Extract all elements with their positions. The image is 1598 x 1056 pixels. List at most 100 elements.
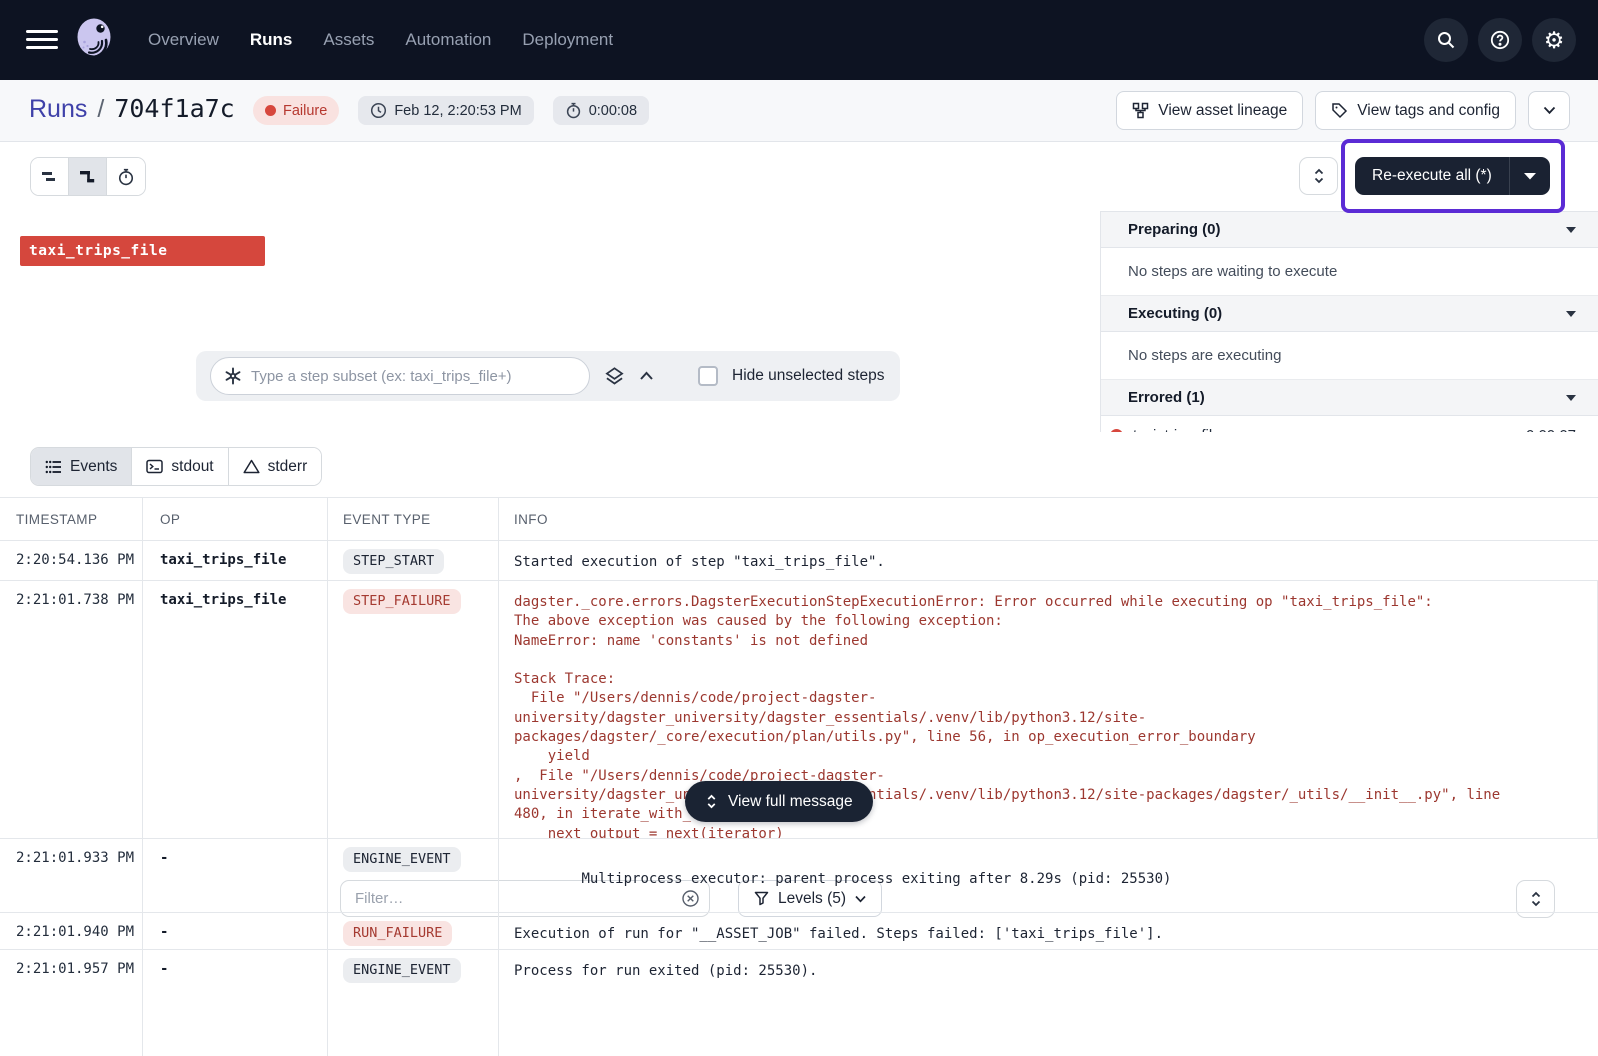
section-preparing[interactable]: Preparing (0) bbox=[1101, 212, 1598, 248]
terminal-icon bbox=[146, 459, 164, 474]
warning-triangle-icon bbox=[243, 459, 260, 474]
col-event-type: EVENT TYPE bbox=[328, 498, 499, 540]
step-subset-input[interactable] bbox=[210, 357, 590, 395]
errored-dot-icon bbox=[1110, 428, 1123, 432]
view-tags-config-button[interactable]: View tags and config bbox=[1315, 91, 1516, 130]
event-op: - bbox=[143, 913, 328, 949]
table-row[interactable]: 2:20:54.136 PM taxi_trips_file STEP_STAR… bbox=[0, 541, 1598, 581]
stopwatch-icon bbox=[566, 102, 580, 119]
gantt-expand-button[interactable] bbox=[1299, 157, 1338, 195]
section-executing[interactable]: Executing (0) bbox=[1101, 296, 1598, 332]
col-info: INFO bbox=[514, 511, 548, 527]
nav-item-overview[interactable]: Overview bbox=[148, 30, 219, 50]
event-op: - bbox=[143, 839, 328, 912]
event-type-badge: ENGINE_EVENT bbox=[343, 958, 461, 983]
tab-events[interactable]: Events bbox=[31, 448, 133, 485]
breadcrumb-runs-link[interactable]: Runs bbox=[29, 95, 87, 124]
tab-stdout[interactable]: stdout bbox=[132, 448, 229, 485]
reexecute-dropdown-button[interactable] bbox=[1510, 157, 1550, 195]
stopwatch-view-icon bbox=[118, 168, 134, 185]
event-timestamp: 2:21:01.933 PM bbox=[0, 839, 143, 912]
more-actions-button[interactable] bbox=[1528, 91, 1570, 130]
collapse-caret-icon bbox=[1566, 394, 1576, 401]
chevron-down-icon bbox=[1523, 173, 1536, 180]
top-nav: Overview Runs Assets Automation Deployme… bbox=[0, 0, 1598, 80]
event-timestamp: 2:21:01.738 PM bbox=[0, 581, 143, 838]
gear-icon: ⚙ bbox=[1543, 26, 1565, 53]
event-type-badge: RUN_FAILURE bbox=[343, 921, 453, 946]
section-errored[interactable]: Errored (1) bbox=[1101, 380, 1598, 416]
event-op: taxi_trips_file bbox=[143, 581, 328, 838]
log-toolbar: Events stdout stderr Levels (5) bbox=[0, 433, 1598, 918]
duration-badge: 0:00:08 bbox=[552, 96, 650, 125]
nav-item-runs[interactable]: Runs bbox=[250, 30, 293, 50]
hide-unselected-label: Hide unselected steps bbox=[732, 367, 885, 384]
failure-dot-icon bbox=[265, 105, 276, 116]
event-timestamp: 2:21:01.940 PM bbox=[0, 913, 143, 949]
waterfall-view-icon bbox=[80, 170, 95, 182]
primary-nav: Overview Runs Assets Automation Deployme… bbox=[148, 0, 613, 80]
col-timestamp: TIMESTAMP bbox=[0, 498, 143, 540]
breadcrumb: Runs / 704f1a7c bbox=[29, 94, 235, 124]
event-op: - bbox=[143, 950, 328, 1056]
layers-icon[interactable] bbox=[604, 366, 625, 387]
menu-icon[interactable] bbox=[26, 30, 58, 50]
hide-unselected-checkbox[interactable] bbox=[698, 366, 718, 386]
search-button[interactable] bbox=[1424, 18, 1468, 62]
viewmode-waterfall-button[interactable] bbox=[69, 158, 107, 195]
view-asset-lineage-button[interactable]: View asset lineage bbox=[1116, 91, 1304, 130]
dagster-logo-icon[interactable] bbox=[72, 16, 119, 63]
help-icon bbox=[1490, 30, 1510, 50]
table-header: TIMESTAMP OP EVENT TYPE INFO bbox=[0, 498, 1598, 541]
log-tabs: Events stdout stderr bbox=[30, 447, 323, 486]
event-info: Execution of run for "__ASSET_JOB" faile… bbox=[514, 926, 1164, 942]
clock-icon bbox=[371, 102, 387, 119]
caret-up-icon[interactable] bbox=[639, 371, 654, 381]
table-row[interactable]: 2:21:01.933 PM - ENGINE_EVENT Multiproce… bbox=[0, 839, 1598, 913]
op-selector-icon bbox=[225, 367, 241, 385]
gantt-chart: taxi_trips_file Hide unselected steps bbox=[0, 211, 1100, 432]
executing-empty-text: No steps are executing bbox=[1101, 332, 1598, 380]
table-row[interactable]: 2:21:01.738 PM taxi_trips_file STEP_FAIL… bbox=[0, 581, 1598, 839]
event-info: Multiprocess executor: parent process ex… bbox=[499, 839, 1598, 912]
run-id: 704f1a7c bbox=[114, 94, 235, 123]
preparing-empty-text: No steps are waiting to execute bbox=[1101, 248, 1598, 296]
table-row[interactable]: 2:21:01.940 PM - RUN_FAILURE Execution o… bbox=[0, 913, 1598, 950]
settings-button[interactable]: ⚙ bbox=[1532, 18, 1576, 62]
events-table: TIMESTAMP OP EVENT TYPE INFO 2:20:54.136… bbox=[0, 497, 1598, 1056]
lineage-icon bbox=[1133, 102, 1149, 119]
tab-stderr[interactable]: stderr bbox=[228, 448, 322, 485]
viewmode-timing-button[interactable] bbox=[107, 158, 145, 195]
event-timestamp: 2:21:01.957 PM bbox=[0, 950, 143, 1056]
errored-step-row[interactable]: taxi_trips_file 0:00:07 bbox=[1101, 416, 1598, 432]
gantt-step-taxi-trips-file[interactable]: taxi_trips_file bbox=[20, 236, 265, 266]
search-icon bbox=[1438, 32, 1455, 49]
step-status-panel: Preparing (0) No steps are waiting to ex… bbox=[1100, 211, 1598, 432]
nav-item-deployment[interactable]: Deployment bbox=[522, 30, 613, 50]
breadcrumb-separator: / bbox=[97, 95, 105, 123]
nav-item-automation[interactable]: Automation bbox=[405, 30, 491, 50]
viewmode-flat-button[interactable] bbox=[31, 158, 69, 195]
collapse-caret-icon bbox=[1566, 226, 1576, 233]
event-op: taxi_trips_file bbox=[143, 541, 328, 580]
help-button[interactable] bbox=[1478, 18, 1522, 62]
event-info: Process for run exited (pid: 25530). bbox=[514, 963, 818, 979]
expand-vertical-icon bbox=[707, 794, 716, 809]
view-full-message-button[interactable]: View full message bbox=[685, 781, 873, 822]
reexecute-all-button[interactable]: Re-execute all (*) bbox=[1355, 157, 1550, 195]
flat-view-icon bbox=[42, 172, 55, 181]
col-op: OP bbox=[143, 498, 328, 540]
event-info: Started execution of step "taxi_trips_fi… bbox=[514, 554, 885, 570]
step-subset-toolbar: Hide unselected steps bbox=[196, 351, 900, 401]
event-error-info: dagster._core.errors.DagsterExecutionSte… bbox=[499, 581, 1598, 838]
event-type-badge: STEP_START bbox=[343, 549, 445, 574]
collapse-caret-icon bbox=[1566, 310, 1576, 317]
event-type-badge: STEP_FAILURE bbox=[343, 589, 461, 614]
table-row[interactable]: 2:21:01.957 PM - ENGINE_EVENT Process fo… bbox=[0, 950, 1598, 1056]
nav-item-assets[interactable]: Assets bbox=[323, 30, 374, 50]
chevron-down-icon bbox=[1543, 106, 1555, 115]
gantt-viewmode-group bbox=[30, 157, 146, 196]
expand-vertical-icon bbox=[1314, 168, 1323, 184]
event-list-icon bbox=[45, 460, 61, 473]
tag-icon bbox=[1332, 103, 1348, 119]
